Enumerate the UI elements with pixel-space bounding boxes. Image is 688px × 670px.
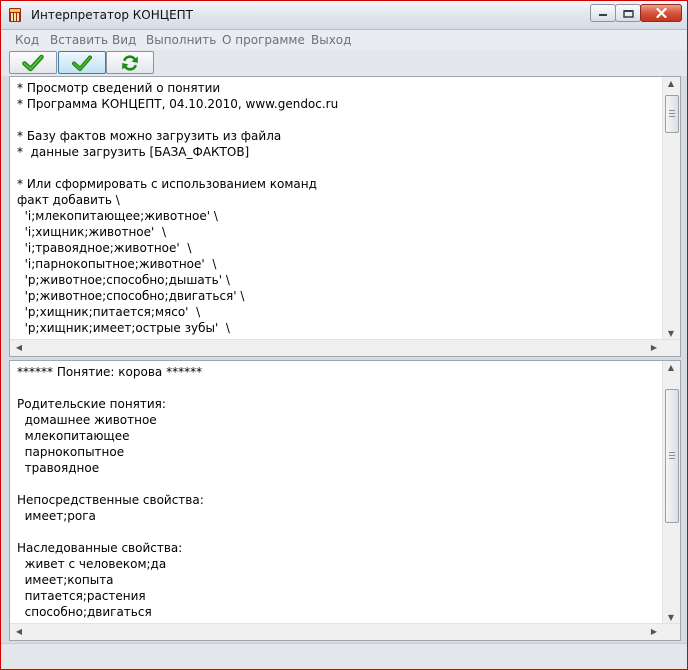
output-line: ****** Понятие: корова ****** bbox=[17, 365, 203, 379]
app-window: Интерпретатор КОНЦЕПТ Код Вставить Вид В… bbox=[0, 0, 688, 670]
menu-insert[interactable]: Вставить bbox=[50, 33, 108, 47]
green-check-icon bbox=[22, 54, 44, 71]
code-line: 'i;парнокопытное;животное' \ bbox=[17, 257, 217, 271]
code-line: * данные загрузить [БАЗА_ФАКТОВ] bbox=[17, 145, 250, 159]
restore-icon bbox=[622, 9, 634, 18]
minimize-button[interactable] bbox=[590, 4, 616, 22]
toolbar bbox=[1, 50, 687, 76]
code-line: 'p;животное;способно;двигаться' \ bbox=[17, 289, 245, 303]
scroll-up-arrow-icon[interactable]: ▲ bbox=[663, 79, 679, 88]
scroll-up-arrow-icon[interactable]: ▲ bbox=[663, 363, 679, 372]
green-refresh-icon bbox=[122, 54, 138, 71]
menu-about[interactable]: О программе bbox=[222, 33, 305, 47]
close-button[interactable] bbox=[640, 4, 682, 22]
check-syntax-button[interactable] bbox=[9, 51, 57, 74]
code-line: факт добавить \ bbox=[17, 193, 120, 207]
output-line: Родительские понятия: bbox=[17, 397, 166, 411]
editor-vertical-scrollbar[interactable]: ▲ ▼ bbox=[662, 77, 680, 340]
output-line: травоядное bbox=[17, 461, 100, 475]
output-line: имеет;копыта bbox=[17, 573, 114, 587]
output-line: Непосредственные свойства: bbox=[17, 493, 204, 507]
output-line: способно;двигаться bbox=[17, 605, 152, 619]
code-line: 'p;хищник;питается;мясо' \ bbox=[17, 305, 201, 319]
menu-code[interactable]: Код bbox=[15, 33, 39, 47]
code-editor[interactable]: * Просмотр сведений о понятии * Программа… bbox=[9, 76, 681, 357]
code-line: * Или сформировать с использованием кома… bbox=[17, 177, 317, 191]
code-line: * Программа КОНЦЕПТ, 04.10.2010, www.gen… bbox=[17, 97, 339, 111]
scroll-down-arrow-icon[interactable]: ▼ bbox=[663, 613, 679, 622]
output-line: домашнее животное bbox=[17, 413, 157, 427]
output-line: имеет;рога bbox=[17, 509, 96, 523]
close-icon bbox=[655, 8, 667, 18]
code-line: 'i;травоядное;животное' \ bbox=[17, 241, 192, 255]
editor-horizontal-scrollbar[interactable]: ◀ ▶ bbox=[10, 339, 680, 356]
output-line: живет с человеком;да bbox=[17, 557, 167, 571]
output-line: Наследованные свойства: bbox=[17, 541, 183, 555]
scroll-down-arrow-icon[interactable]: ▼ bbox=[663, 329, 679, 338]
code-line: 'i;хищник;животное' \ bbox=[17, 225, 166, 239]
editor-scroll-thumb[interactable] bbox=[665, 95, 679, 133]
app-icon bbox=[7, 7, 23, 23]
maximize-button[interactable] bbox=[615, 4, 641, 22]
output-line: парнокопытное bbox=[17, 445, 125, 459]
menu-exit[interactable]: Выход bbox=[311, 33, 351, 47]
menu-bar: Код Вставить Вид Выполнить О программе В… bbox=[1, 30, 687, 50]
status-bar bbox=[1, 643, 687, 669]
output-scroll-thumb[interactable] bbox=[665, 389, 679, 523]
window-title: Интерпретатор КОНЦЕПТ bbox=[31, 8, 194, 22]
minimize-icon bbox=[599, 14, 607, 16]
code-line: 'i;млекопитающее;животное' \ bbox=[17, 209, 218, 223]
refresh-button[interactable] bbox=[106, 51, 154, 74]
output-pane[interactable]: ****** Понятие: корова ****** Родительски… bbox=[9, 360, 681, 641]
scroll-right-arrow-icon[interactable]: ▶ bbox=[646, 343, 662, 352]
output-horizontal-scrollbar[interactable]: ◀ ▶ bbox=[10, 623, 680, 640]
scroll-right-arrow-icon[interactable]: ▶ bbox=[646, 627, 662, 636]
menu-run[interactable]: Выполнить bbox=[146, 33, 216, 47]
green-check-icon bbox=[72, 55, 92, 71]
output-line: питается;растения bbox=[17, 589, 146, 603]
code-line: * Просмотр сведений о понятии bbox=[17, 81, 221, 95]
scroll-left-arrow-icon[interactable]: ◀ bbox=[11, 627, 27, 636]
output-vertical-scrollbar[interactable]: ▲ ▼ bbox=[662, 361, 680, 624]
output-lines: ****** Понятие: корова ****** Родительски… bbox=[17, 364, 658, 620]
code-line: 'p;хищник;имеет;острые зубы' \ bbox=[17, 321, 230, 335]
code-line: 'p;животное;способно;дышать' \ bbox=[17, 273, 230, 287]
code-line: * Базу фактов можно загрузить из файла bbox=[17, 129, 282, 143]
title-bar[interactable]: Интерпретатор КОНЦЕПТ bbox=[1, 1, 687, 30]
output-line: млекопитающее bbox=[17, 429, 130, 443]
code-lines: * Просмотр сведений о понятии * Программа… bbox=[17, 80, 658, 336]
menu-view[interactable]: Вид bbox=[112, 33, 136, 47]
scroll-left-arrow-icon[interactable]: ◀ bbox=[11, 343, 27, 352]
run-button[interactable] bbox=[58, 51, 106, 74]
